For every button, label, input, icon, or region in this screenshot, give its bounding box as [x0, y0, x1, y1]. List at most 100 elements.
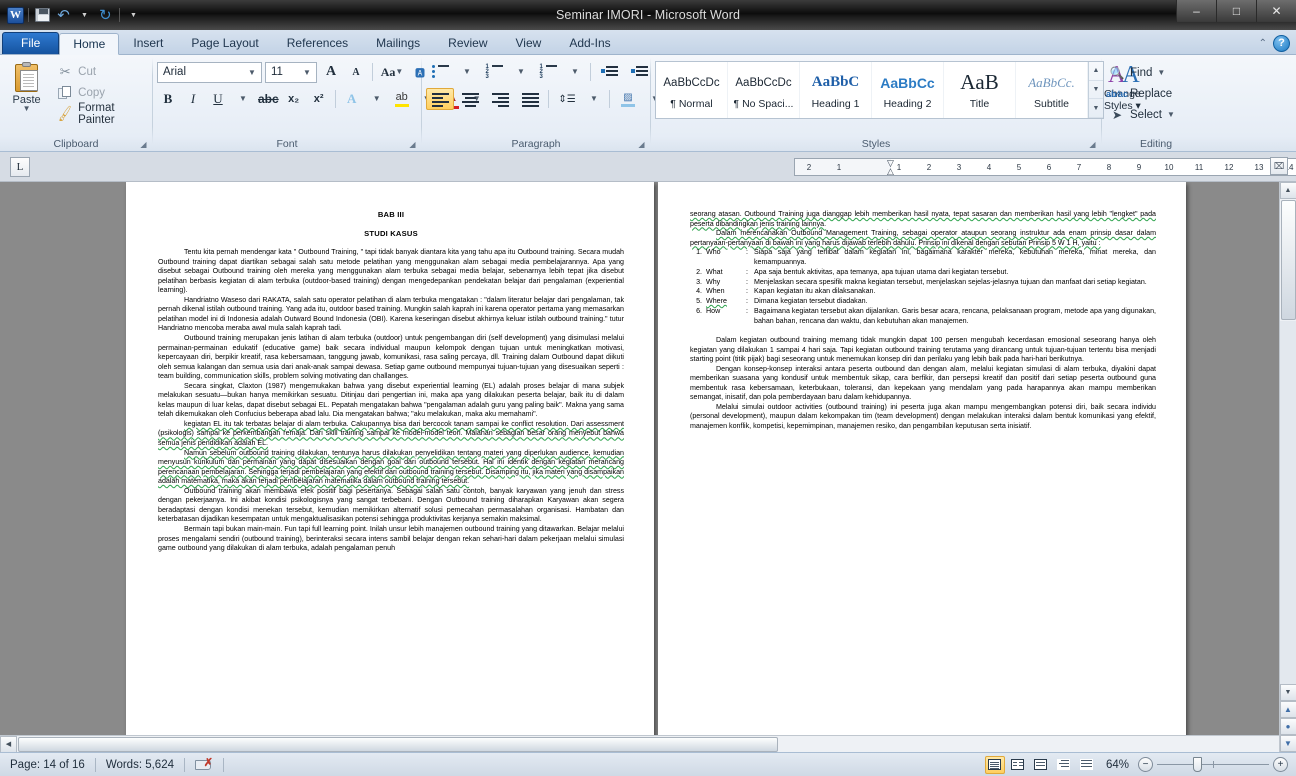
- tab-references[interactable]: References: [273, 32, 362, 54]
- multilevel-dropdown-icon[interactable]: ▼: [564, 61, 586, 83]
- style-title[interactable]: AaB Title: [944, 62, 1016, 118]
- page-indicator[interactable]: Page: 14 of 16: [0, 755, 95, 775]
- view-print-layout-button[interactable]: [984, 755, 1005, 774]
- help-icon[interactable]: ?: [1273, 34, 1290, 52]
- tab-mailings[interactable]: Mailings: [362, 32, 434, 54]
- tab-view[interactable]: View: [502, 32, 556, 54]
- tab-review[interactable]: Review: [434, 32, 501, 54]
- tab-stop-selector[interactable]: L: [10, 156, 30, 177]
- tab-home[interactable]: Home: [59, 33, 120, 55]
- previous-page-button[interactable]: ▲: [1279, 701, 1296, 718]
- subscript-button[interactable]: x₂: [283, 88, 305, 110]
- view-full-screen-reading-button[interactable]: [1008, 756, 1028, 774]
- find-button[interactable]: 🔍 Find ▼: [1106, 62, 1168, 83]
- font-name-combo[interactable]: Arial ▼: [157, 61, 262, 83]
- zoom-slider-track[interactable]: [1157, 757, 1269, 772]
- font-name-chevron-down-icon[interactable]: ▼: [245, 68, 259, 77]
- hanging-indent-marker[interactable]: △: [887, 166, 894, 175]
- select-button[interactable]: ➤ Select ▼: [1106, 104, 1178, 125]
- align-center-button[interactable]: [456, 88, 484, 110]
- shading-button[interactable]: ▨: [614, 88, 642, 110]
- proofing-status-button[interactable]: ✗: [185, 755, 223, 775]
- change-case-button[interactable]: Aa ▼: [378, 61, 406, 83]
- collapse-ribbon-icon[interactable]: ⌃: [1259, 38, 1267, 49]
- paste-dropdown-icon[interactable]: ▼: [23, 105, 31, 113]
- clipboard-dialog-launcher[interactable]: ◢: [138, 139, 149, 150]
- style-normal[interactable]: AaBbCcDc ¶ Normal: [656, 62, 728, 118]
- view-web-layout-button[interactable]: [1031, 756, 1051, 774]
- scroll-down-button[interactable]: ▼: [1279, 684, 1296, 701]
- tab-file[interactable]: File: [2, 32, 60, 54]
- numbering-button[interactable]: 123: [480, 61, 508, 83]
- view-outline-button[interactable]: [1054, 756, 1074, 774]
- styles-dialog-launcher[interactable]: ◢: [1087, 139, 1098, 150]
- vertical-scroll-thumb[interactable]: [1280, 200, 1296, 320]
- scroll-up-button[interactable]: ▲: [1279, 182, 1296, 199]
- text-effects-dropdown-icon[interactable]: ▼: [366, 88, 388, 110]
- line-spacing-dropdown-icon[interactable]: ▼: [583, 88, 605, 110]
- style-subtitle[interactable]: AaBbCc. Subtitle: [1016, 62, 1088, 118]
- strikethrough-button[interactable]: abc: [257, 88, 280, 110]
- find-dropdown-icon[interactable]: ▼: [1157, 68, 1165, 76]
- word-count[interactable]: Words: 5,624: [96, 755, 184, 775]
- cut-button[interactable]: ✂ Cut: [53, 62, 148, 82]
- underline-button[interactable]: U: [207, 88, 229, 110]
- document-page-right[interactable]: seorang atasan. Outbound Training juga d…: [658, 182, 1186, 752]
- zoom-slider[interactable]: − +: [1138, 757, 1288, 772]
- tab-insert[interactable]: Insert: [119, 32, 177, 54]
- style-heading-2[interactable]: AaBbCc Heading 2: [872, 62, 944, 118]
- view-draft-button[interactable]: [1077, 756, 1097, 774]
- minimize-button[interactable]: –: [1176, 0, 1216, 22]
- underline-dropdown-icon[interactable]: ▼: [232, 88, 254, 110]
- word-logo-icon[interactable]: W: [7, 6, 24, 24]
- shrink-font-button[interactable]: A: [345, 61, 367, 83]
- italic-button[interactable]: I: [182, 88, 204, 110]
- save-icon[interactable]: [33, 6, 52, 25]
- style-no-spacing[interactable]: AaBbCcDc ¶ No Spaci...: [728, 62, 800, 118]
- vertical-scroll-track[interactable]: [1279, 321, 1296, 684]
- font-dialog-launcher[interactable]: ◢: [407, 139, 418, 150]
- text-highlight-button[interactable]: ab: [391, 88, 413, 110]
- close-button[interactable]: ✕: [1256, 0, 1296, 22]
- styles-more-icon[interactable]: ▼: [1089, 99, 1103, 119]
- next-page-button[interactable]: ▼: [1279, 735, 1296, 752]
- undo-dropdown-icon[interactable]: ▼: [75, 6, 94, 25]
- styles-scroll-down-icon[interactable]: ▼: [1089, 81, 1103, 100]
- decrease-indent-button[interactable]: [595, 61, 623, 83]
- font-size-combo[interactable]: 11 ▼: [265, 61, 317, 83]
- text-effects-button[interactable]: A: [341, 88, 363, 110]
- styles-gallery-scroll[interactable]: ▲ ▼ ▼: [1088, 62, 1103, 119]
- redo-icon[interactable]: ↺: [96, 6, 115, 25]
- zoom-slider-thumb[interactable]: [1193, 757, 1202, 772]
- multilevel-list-button[interactable]: 123: [534, 61, 562, 83]
- scroll-left-button[interactable]: ◀: [0, 735, 17, 752]
- select-dropdown-icon[interactable]: ▼: [1167, 110, 1175, 118]
- tab-page-layout[interactable]: Page Layout: [177, 32, 272, 54]
- style-heading-1[interactable]: AaBbC Heading 1: [800, 62, 872, 118]
- document-page-left[interactable]: BAB III STUDI KASUS Tentu kita pernah me…: [126, 182, 654, 752]
- vertical-scrollbar[interactable]: ▲ ▼ ▲ ● ▼: [1279, 182, 1296, 752]
- bullets-button[interactable]: [426, 61, 454, 83]
- customize-qat-icon[interactable]: ▼: [124, 6, 143, 25]
- change-case-chevron-down-icon[interactable]: ▼: [395, 68, 403, 76]
- zoom-level-label[interactable]: 64%: [1100, 759, 1135, 771]
- replace-button[interactable]: ab⁄ac Replace: [1106, 83, 1175, 104]
- align-right-button[interactable]: [486, 88, 514, 110]
- font-size-chevron-down-icon[interactable]: ▼: [300, 68, 314, 77]
- grow-font-button[interactable]: A: [320, 61, 342, 83]
- view-ruler-toggle[interactable]: ⌧: [1270, 157, 1288, 175]
- horizontal-scrollbar[interactable]: ◀: [0, 735, 1279, 752]
- tab-add-ins[interactable]: Add-Ins: [555, 32, 624, 54]
- maximize-button[interactable]: □: [1216, 0, 1256, 22]
- horizontal-ruler[interactable]: 2 1 1 2 3 4 5 6 7 8 9 10 11 12 13 14 15: [794, 158, 1296, 176]
- align-left-button[interactable]: [426, 88, 454, 110]
- horizontal-scroll-thumb[interactable]: [18, 736, 778, 752]
- undo-icon[interactable]: ↶: [54, 6, 73, 25]
- increase-indent-button[interactable]: [625, 61, 653, 83]
- numbering-dropdown-icon[interactable]: ▼: [510, 61, 532, 83]
- bullets-dropdown-icon[interactable]: ▼: [456, 61, 478, 83]
- paste-button[interactable]: Paste ▼: [4, 60, 49, 113]
- zoom-out-button[interactable]: −: [1138, 757, 1153, 772]
- styles-scroll-up-icon[interactable]: ▲: [1089, 62, 1103, 81]
- select-browse-object-button[interactable]: ●: [1279, 718, 1296, 735]
